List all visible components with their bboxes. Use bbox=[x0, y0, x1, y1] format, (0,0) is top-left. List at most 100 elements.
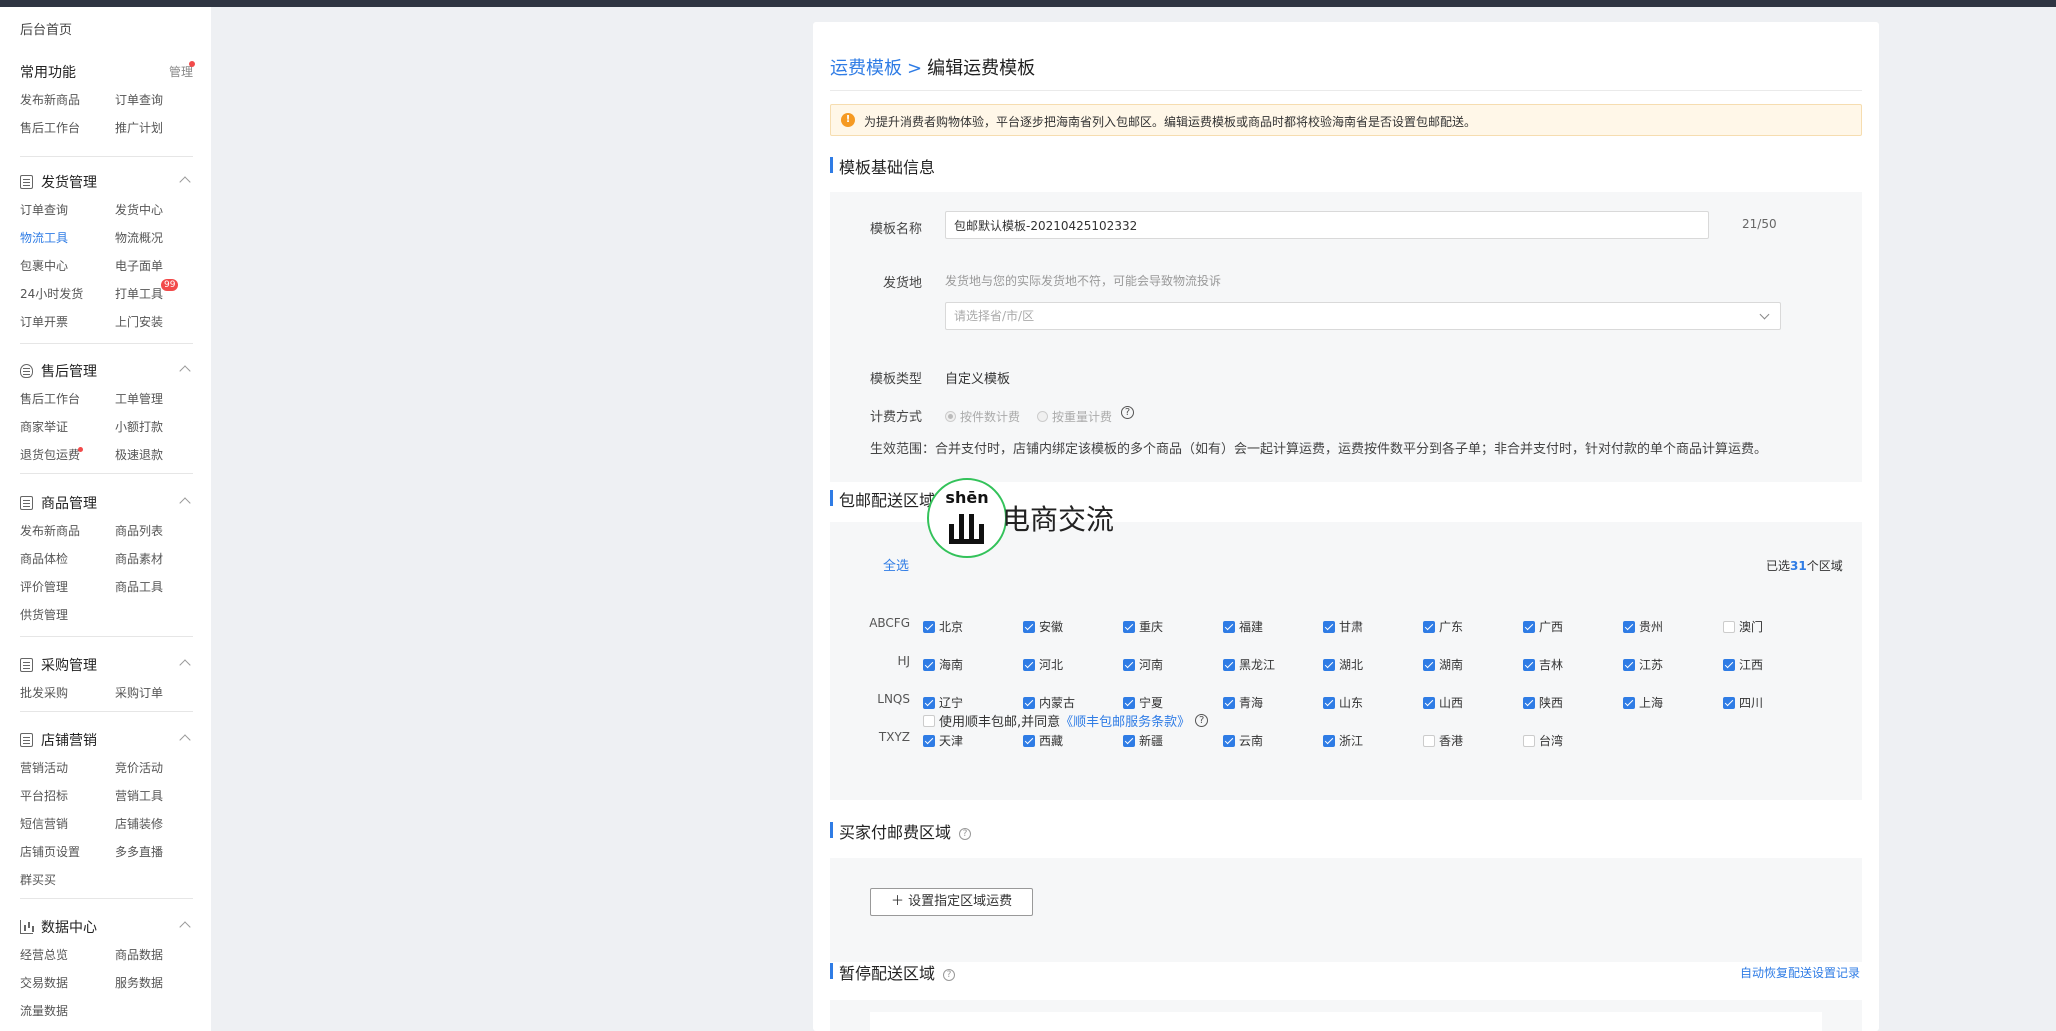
checkbox-checked-icon[interactable] bbox=[923, 696, 935, 709]
sidebar-item[interactable]: 推广计划 bbox=[115, 119, 210, 138]
sidebar-item[interactable]: 订单查询 bbox=[115, 91, 210, 110]
checkbox-checked-icon[interactable] bbox=[1323, 734, 1335, 747]
sidebar-group-header[interactable]: 发货管理 bbox=[0, 171, 211, 195]
province-checkbox-item[interactable]: 江西 bbox=[1723, 656, 1763, 673]
checkbox-checked-icon[interactable] bbox=[1023, 734, 1035, 747]
province-checkbox-item[interactable]: 内蒙古 bbox=[1023, 694, 1075, 711]
province-checkbox-item[interactable]: 山东 bbox=[1323, 694, 1363, 711]
sidebar-item[interactable]: 采购订单 bbox=[115, 684, 210, 703]
province-checkbox-item[interactable]: 西藏 bbox=[1023, 732, 1063, 749]
sidebar-item[interactable]: 评价管理 bbox=[20, 578, 115, 597]
checkbox-checked-icon[interactable] bbox=[1023, 620, 1035, 633]
sidebar-item[interactable]: 服务数据 bbox=[115, 974, 210, 993]
sidebar-item[interactable]: 商品素材 bbox=[115, 550, 210, 569]
sidebar-item[interactable]: 24小时发货 bbox=[20, 285, 115, 304]
checkbox-checked-icon[interactable] bbox=[1223, 696, 1235, 709]
checkbox-checked-icon[interactable] bbox=[923, 734, 935, 747]
province-checkbox-item[interactable]: 新疆 bbox=[1123, 732, 1163, 749]
checkbox-checked-icon[interactable] bbox=[1223, 658, 1235, 671]
sf-agreement-checkbox[interactable] bbox=[923, 714, 935, 727]
sidebar-item[interactable]: 发布新商品 bbox=[20, 91, 115, 110]
checkbox-checked-icon[interactable] bbox=[1623, 696, 1635, 709]
province-checkbox-item[interactable]: 湖北 bbox=[1323, 656, 1363, 673]
checkbox-checked-icon[interactable] bbox=[1523, 620, 1535, 633]
province-checkbox-item[interactable]: 山西 bbox=[1423, 694, 1463, 711]
sidebar-item[interactable]: 退货包运费 bbox=[20, 446, 115, 465]
province-checkbox-item[interactable]: 广东 bbox=[1423, 618, 1463, 635]
sidebar-group-header[interactable]: 店铺营销 bbox=[0, 729, 211, 753]
province-checkbox-item[interactable]: 黑龙江 bbox=[1223, 656, 1275, 673]
chevron-up-icon[interactable] bbox=[179, 659, 191, 671]
sidebar-item[interactable]: 上门安装 bbox=[115, 313, 210, 332]
province-checkbox-item[interactable]: 重庆 bbox=[1123, 618, 1163, 635]
sidebar-group-header[interactable]: 采购管理 bbox=[0, 654, 211, 678]
province-checkbox-item[interactable]: 福建 bbox=[1223, 618, 1263, 635]
checkbox-unchecked-icon[interactable] bbox=[1723, 620, 1735, 633]
checkbox-checked-icon[interactable] bbox=[1223, 620, 1235, 633]
checkbox-checked-icon[interactable] bbox=[1123, 696, 1135, 709]
checkbox-checked-icon[interactable] bbox=[923, 620, 935, 633]
province-checkbox-item[interactable]: 宁夏 bbox=[1123, 694, 1163, 711]
chevron-up-icon[interactable] bbox=[179, 497, 191, 509]
sidebar-item[interactable]: 发货中心 bbox=[115, 201, 210, 220]
sidebar-item[interactable]: 商家举证 bbox=[20, 418, 115, 437]
sidebar-item[interactable]: 营销工具 bbox=[115, 787, 210, 806]
checkbox-checked-icon[interactable] bbox=[1423, 696, 1435, 709]
checkbox-checked-icon[interactable] bbox=[1323, 658, 1335, 671]
sidebar-item[interactable]: 交易数据 bbox=[20, 974, 115, 993]
help-icon[interactable]: ? bbox=[943, 969, 956, 981]
sidebar-item[interactable]: 售后工作台 bbox=[20, 119, 115, 138]
sidebar-item[interactable]: 店铺装修 bbox=[115, 815, 210, 834]
select-all-link[interactable]: 全选 bbox=[883, 555, 909, 574]
sidebar-item[interactable]: 订单查询 bbox=[20, 201, 115, 220]
sidebar-item[interactable]: 工单管理 bbox=[115, 390, 210, 409]
chevron-up-icon[interactable] bbox=[179, 734, 191, 746]
province-checkbox-item[interactable]: 江苏 bbox=[1623, 656, 1663, 673]
checkbox-checked-icon[interactable] bbox=[1723, 696, 1735, 709]
checkbox-checked-icon[interactable] bbox=[1523, 658, 1535, 671]
sidebar-item[interactable]: 小额打款 bbox=[115, 418, 210, 437]
sidebar-item[interactable]: 店铺页设置 bbox=[20, 843, 115, 862]
chevron-up-icon[interactable] bbox=[179, 921, 191, 933]
sidebar-item[interactable]: 竞价活动 bbox=[115, 759, 210, 778]
sidebar-item[interactable]: 发布新商品 bbox=[20, 522, 115, 541]
sidebar-item[interactable]: 多多直播 bbox=[115, 843, 210, 862]
origin-select[interactable]: 请选择省/市/区 bbox=[945, 302, 1781, 330]
sidebar-item[interactable]: 包裹中心 bbox=[20, 257, 115, 276]
checkbox-checked-icon[interactable] bbox=[1023, 696, 1035, 709]
sidebar-item[interactable]: 打单工具 99 bbox=[115, 279, 210, 304]
checkbox-checked-icon[interactable] bbox=[1123, 734, 1135, 747]
province-checkbox-item[interactable]: 陕西 bbox=[1523, 694, 1563, 711]
province-checkbox-item[interactable]: 上海 bbox=[1623, 694, 1663, 711]
sidebar-group-header[interactable]: 数据中心 bbox=[0, 916, 211, 940]
province-checkbox-item[interactable]: 北京 bbox=[923, 618, 963, 635]
checkbox-unchecked-icon[interactable] bbox=[1423, 734, 1435, 747]
sidebar-item[interactable]: 供货管理 bbox=[20, 606, 115, 625]
help-icon[interactable]: ? bbox=[1195, 714, 1209, 727]
province-checkbox-item[interactable]: 贵州 bbox=[1623, 618, 1663, 635]
chevron-up-icon[interactable] bbox=[179, 365, 191, 377]
province-checkbox-item[interactable]: 安徽 bbox=[1023, 618, 1063, 635]
province-checkbox-item[interactable]: 广西 bbox=[1523, 618, 1563, 635]
sf-terms-link[interactable]: 《顺丰包邮服务条款》 bbox=[1060, 711, 1190, 730]
sidebar-item[interactable]: 短信营销 bbox=[20, 815, 115, 834]
sidebar-item[interactable]: 平台招标 bbox=[20, 787, 115, 806]
checkbox-checked-icon[interactable] bbox=[1323, 696, 1335, 709]
sidebar-item[interactable]: 批发采购 bbox=[20, 684, 115, 703]
sidebar-group-header[interactable]: 商品管理 bbox=[0, 492, 211, 516]
checkbox-checked-icon[interactable] bbox=[1323, 620, 1335, 633]
sidebar-item[interactable]: 电子面单 bbox=[115, 257, 210, 276]
province-checkbox-item[interactable]: 湖南 bbox=[1423, 656, 1463, 673]
template-name-input[interactable] bbox=[945, 211, 1709, 239]
province-checkbox-item[interactable]: 青海 bbox=[1223, 694, 1263, 711]
province-checkbox-item[interactable]: 澳门 bbox=[1723, 618, 1763, 635]
sidebar-item[interactable]: 订单开票 bbox=[20, 313, 115, 332]
sidebar-item[interactable]: 群买买 bbox=[20, 871, 115, 890]
checkbox-checked-icon[interactable] bbox=[1423, 658, 1435, 671]
province-checkbox-item[interactable]: 吉林 bbox=[1523, 656, 1563, 673]
sidebar-item[interactable]: 物流概况 bbox=[115, 229, 210, 248]
sidebar-item[interactable]: 商品列表 bbox=[115, 522, 210, 541]
province-checkbox-item[interactable]: 天津 bbox=[923, 732, 963, 749]
province-checkbox-item[interactable]: 甘肃 bbox=[1323, 618, 1363, 635]
province-checkbox-item[interactable]: 台湾 bbox=[1523, 732, 1563, 749]
